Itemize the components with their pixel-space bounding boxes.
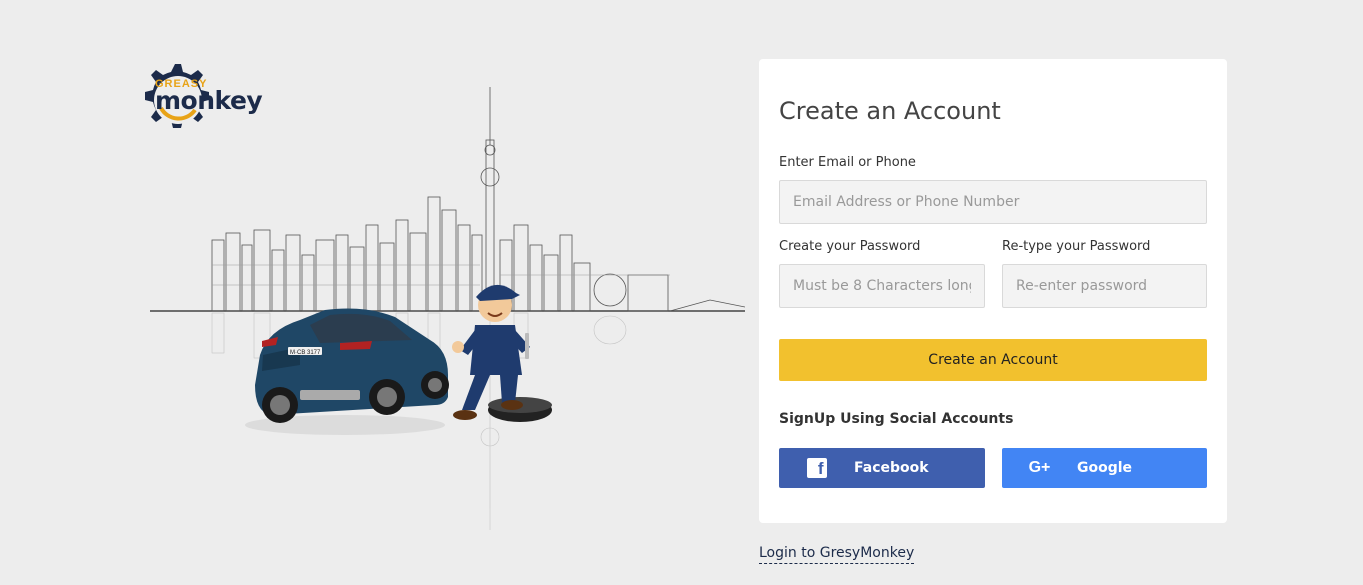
create-account-button[interactable]: Create an Account — [779, 339, 1207, 381]
password-label: Create your Password — [779, 239, 921, 254]
suv-car-image: M·CB 3177 — [245, 308, 449, 435]
google-button-label: Google — [1077, 460, 1133, 476]
facebook-signup-button[interactable]: f Facebook — [779, 448, 985, 488]
password-input[interactable] — [779, 264, 985, 308]
license-plate-text: M·CB 3177 — [290, 350, 321, 356]
login-link[interactable]: Login to GresyMonkey — [759, 545, 915, 564]
hero-illustration: M·CB 3177 — [150, 87, 745, 530]
facebook-icon: f — [806, 458, 827, 478]
social-signup-heading: SignUp Using Social Accounts — [779, 411, 1014, 427]
signup-card: Create an Account Enter Email or Phone C… — [759, 59, 1227, 523]
retype-password-label: Re-type your Password — [1002, 239, 1151, 254]
email-phone-input[interactable] — [779, 180, 1207, 224]
google-signup-button[interactable]: G+ Google — [1002, 448, 1207, 488]
mechanic-mascot-image — [452, 284, 552, 422]
google-plus-icon: G+ — [1028, 459, 1051, 476]
facebook-button-label: Facebook — [854, 460, 929, 476]
retype-password-input[interactable] — [1002, 264, 1207, 308]
page-title: Create an Account — [779, 97, 1001, 125]
city-skyline-sketch — [150, 87, 745, 312]
email-label: Enter Email or Phone — [779, 155, 916, 170]
